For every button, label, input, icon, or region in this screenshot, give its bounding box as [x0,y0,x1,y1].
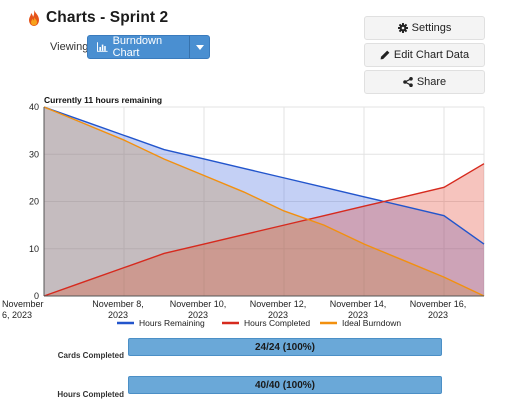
settings-label: Settings [411,22,452,34]
x-tick-label: November 12, [250,299,307,309]
y-tick-label: 30 [29,149,39,159]
x-tick-label: 2023 [428,310,448,320]
charts-page: Charts - Sprint 2 Viewing Burndown Chart [0,0,512,400]
bar-chart-icon [97,42,108,52]
y-tick-label: 20 [29,197,39,207]
legend-label-remaining: Hours Remaining [139,318,205,328]
chart-type-caret[interactable] [190,36,209,58]
x-tick-label: November 14, [330,299,387,309]
x-tick-label: November 10, [170,299,227,309]
share-button[interactable]: Share [364,70,485,94]
share-icon [403,77,413,87]
y-tick-label: 10 [29,244,39,254]
viewing-label: Viewing [50,41,89,53]
pencil-icon [380,50,390,60]
burndown-chart: Currently 11 hours remaining 010203040No… [2,95,485,328]
page-header: Charts - Sprint 2 [28,9,168,27]
chart-type-selected: Burndown Chart [112,35,163,59]
hours-completed-bar: 40/40 (100%) [128,376,442,394]
x-tick-label: November 16, [410,299,467,309]
hours-completed-value: 40/40 (100%) [254,379,316,391]
cards-completed-value: 24/24 (100%) [254,341,316,353]
chart-type-dropdown[interactable]: Burndown Chart [87,35,210,59]
x-tick-label: 2023 [108,310,128,320]
settings-button[interactable]: Settings [364,16,485,40]
x-tick-label: November [2,299,44,309]
edit-chart-data-label: Edit Chart Data [393,49,470,61]
flame-logo-icon [29,10,39,26]
hours-remaining-text: Currently 11 hours remaining [44,95,162,105]
gear-icon [397,23,408,33]
page-title: Charts - Sprint 2 [46,9,169,26]
cards-completed-bar: 24/24 (100%) [128,338,442,356]
share-label: Share [416,76,447,88]
chart-type-button[interactable]: Burndown Chart [88,35,190,59]
chart-legend: Hours Remaining Hours Completed Ideal Burn… [117,318,401,328]
x-tick-label: 6, 2023 [2,310,32,320]
x-tick-label: November 8, [92,299,144,309]
legend-label-ideal: Ideal Burndown [342,318,401,328]
edit-chart-data-button[interactable]: Edit Chart Data [364,43,485,67]
y-tick-label: 40 [29,102,39,112]
cards-completed-label: Cards Completed [57,351,124,360]
hours-completed-label: Hours Completed [57,390,124,399]
caret-down-icon [195,44,204,50]
legend-label-completed: Hours Completed [244,318,310,328]
